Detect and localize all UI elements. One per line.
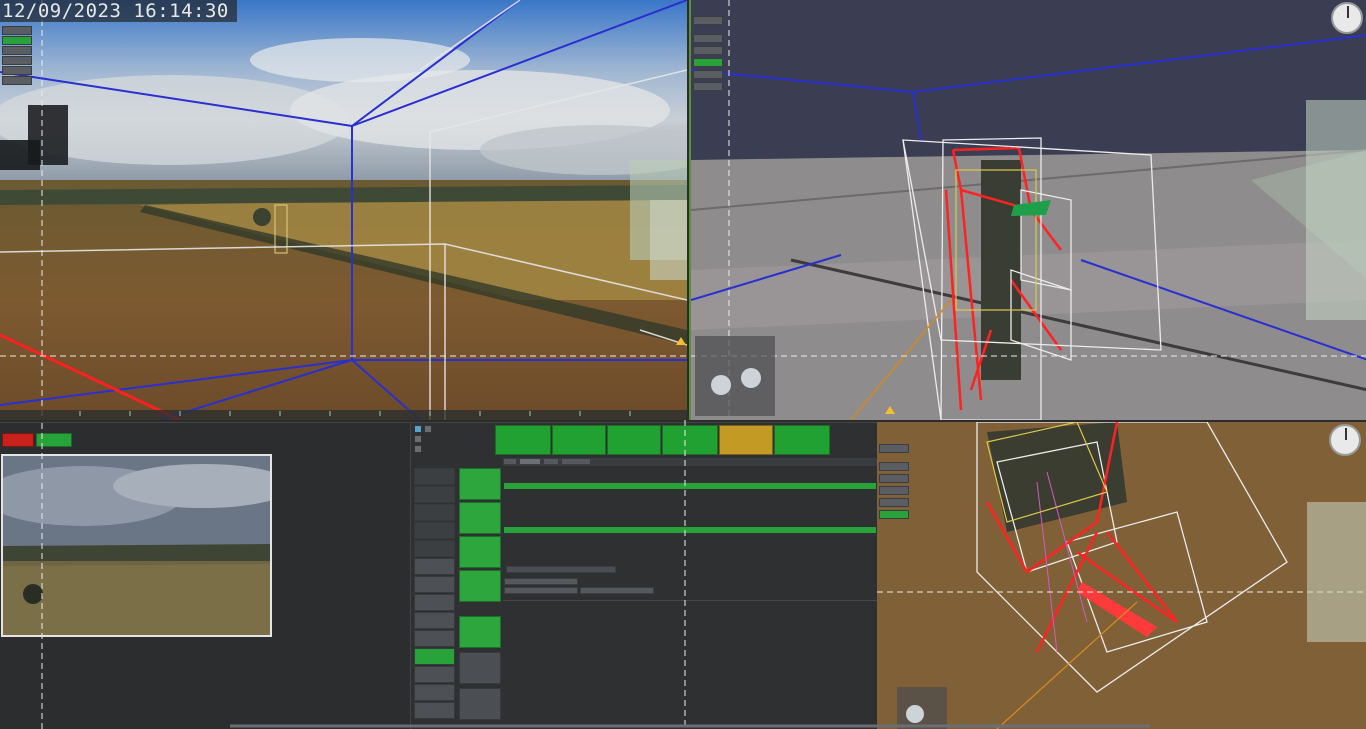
mission-item[interactable] — [414, 684, 455, 701]
camera-view-button-2[interactable] — [2, 36, 32, 45]
mission-item[interactable] — [414, 558, 455, 575]
topdown-button-5[interactable] — [879, 498, 909, 507]
view-button-3[interactable] — [693, 46, 723, 55]
view-button-4[interactable] — [693, 58, 723, 67]
tool-button-2[interactable] — [459, 502, 501, 534]
detail-action-top[interactable] — [504, 578, 578, 585]
mission-item-active[interactable] — [414, 648, 455, 665]
mission-item[interactable] — [414, 468, 455, 485]
camera-view-button-4[interactable] — [2, 56, 32, 65]
topdown-button-4[interactable] — [879, 486, 909, 495]
status-tile-6[interactable] — [774, 425, 830, 455]
mission-item[interactable] — [414, 630, 455, 647]
status-tile-3[interactable] — [607, 425, 661, 455]
section-header-1[interactable] — [504, 483, 876, 489]
mission-item[interactable] — [414, 594, 455, 611]
details-tabs — [503, 458, 877, 466]
topdown-button-1[interactable] — [879, 444, 909, 453]
play-button[interactable] — [36, 433, 72, 447]
camera-view-button-1[interactable] — [2, 26, 32, 35]
status-tile-1[interactable] — [495, 425, 551, 455]
topdown-button-3[interactable] — [879, 474, 909, 483]
detail-action-left[interactable] — [504, 587, 578, 594]
topdown-button-2[interactable] — [879, 462, 909, 471]
mission-item[interactable] — [414, 612, 455, 629]
timestamp-overlay: 12/09/2023 16:14:30 — [0, 0, 237, 22]
details-tab[interactable] — [503, 458, 517, 465]
camera-view-button-3[interactable] — [2, 46, 32, 55]
view-button-2[interactable] — [693, 34, 723, 43]
app-root: 12/09/2023 16:14:30 — [0, 0, 1366, 729]
section-header-2[interactable] — [504, 527, 876, 533]
compass-icon-topdown — [1329, 424, 1361, 456]
mission-item[interactable] — [414, 522, 455, 539]
topdown-button-6[interactable] — [879, 510, 909, 519]
playback-preview-frame — [1, 454, 272, 637]
tool-button-5[interactable] — [459, 616, 501, 648]
details-tab[interactable] — [519, 458, 541, 465]
compass-icon — [1331, 2, 1363, 34]
camera-scene — [0, 0, 687, 420]
status-tile-5[interactable] — [719, 425, 773, 455]
view-button-6[interactable] — [693, 82, 723, 91]
tool-button-7[interactable] — [459, 688, 501, 720]
mission-item[interactable] — [414, 540, 455, 557]
tool-button-4[interactable] — [459, 570, 501, 602]
detail-action-right[interactable] — [580, 587, 654, 594]
mission-item[interactable] — [414, 666, 455, 683]
camera-icon[interactable] — [414, 445, 422, 453]
mission-item[interactable] — [414, 576, 455, 593]
layers-icon[interactable] — [424, 425, 432, 433]
tool-button-6[interactable] — [459, 652, 501, 684]
view-button-1[interactable] — [693, 16, 723, 25]
details-tab[interactable] — [543, 458, 559, 465]
perspective-scene — [691, 0, 1366, 420]
map-icon[interactable] — [414, 435, 422, 443]
playback-panel — [0, 422, 410, 729]
top-down-view[interactable] — [877, 422, 1366, 729]
status-tile-4[interactable] — [662, 425, 718, 455]
grid-icon[interactable] — [414, 425, 422, 433]
camera-view-button-5[interactable] — [2, 66, 32, 75]
mission-toolbar — [414, 425, 436, 455]
mission-item[interactable] — [414, 486, 455, 503]
playback-preview-image — [3, 456, 270, 635]
mission-item[interactable] — [414, 702, 455, 719]
details-tab[interactable] — [561, 458, 591, 465]
divider — [503, 600, 877, 601]
perspective-3d-view[interactable] — [689, 0, 1366, 420]
tool-button-1[interactable] — [459, 468, 501, 500]
top-down-scene — [877, 422, 1366, 729]
forward-camera-view[interactable]: 12/09/2023 16:14:30 — [0, 0, 687, 420]
detail-select[interactable] — [506, 566, 616, 573]
stop-button[interactable] — [2, 433, 34, 447]
camera-view-button-6[interactable] — [2, 76, 32, 85]
view-button-5[interactable] — [693, 70, 723, 79]
status-tile-2[interactable] — [552, 425, 606, 455]
mission-item[interactable] — [414, 504, 455, 521]
tool-button-3[interactable] — [459, 536, 501, 568]
